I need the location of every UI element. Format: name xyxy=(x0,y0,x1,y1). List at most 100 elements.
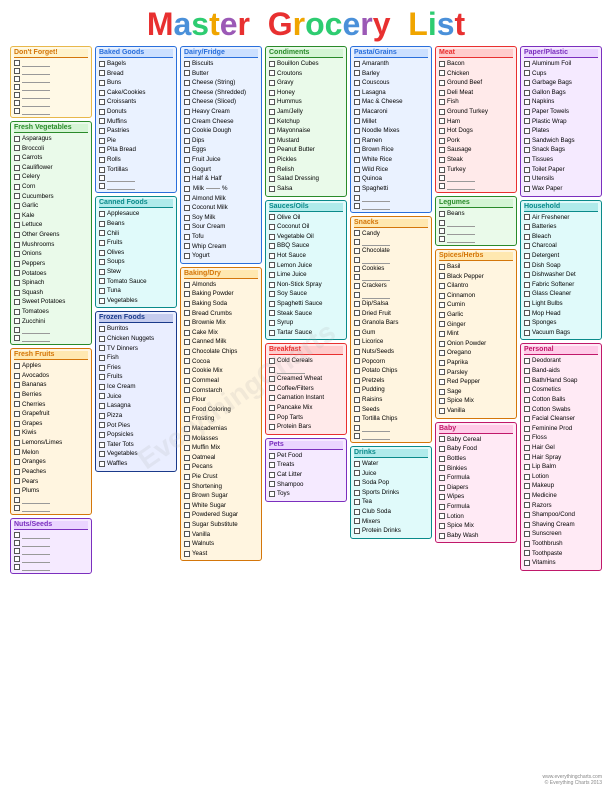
checkbox[interactable] xyxy=(439,436,445,442)
checkbox[interactable] xyxy=(354,147,360,153)
checkbox[interactable] xyxy=(524,320,530,326)
checkbox[interactable] xyxy=(14,556,20,562)
checkbox[interactable] xyxy=(14,222,20,228)
checkbox[interactable] xyxy=(269,424,275,430)
checkbox[interactable] xyxy=(439,118,445,124)
checkbox[interactable] xyxy=(184,138,190,144)
checkbox[interactable] xyxy=(524,512,530,518)
checkbox[interactable] xyxy=(14,280,20,286)
checkbox[interactable] xyxy=(269,385,275,391)
checkbox[interactable] xyxy=(184,435,190,441)
checkbox[interactable] xyxy=(99,90,105,96)
checkbox[interactable] xyxy=(14,108,20,114)
checkbox[interactable] xyxy=(99,336,105,342)
checkbox[interactable] xyxy=(184,61,190,67)
checkbox[interactable] xyxy=(184,310,190,316)
checkbox[interactable] xyxy=(439,475,445,481)
checkbox[interactable] xyxy=(524,330,530,336)
checkbox[interactable] xyxy=(99,451,105,457)
checkbox[interactable] xyxy=(524,397,530,403)
checkbox[interactable] xyxy=(14,232,20,238)
checkbox[interactable] xyxy=(99,461,105,467)
checkbox[interactable] xyxy=(269,310,275,316)
checkbox[interactable] xyxy=(14,270,20,276)
checkbox[interactable] xyxy=(99,128,105,134)
checkbox[interactable] xyxy=(439,379,445,385)
checkbox[interactable] xyxy=(184,503,190,509)
checkbox[interactable] xyxy=(99,259,105,265)
checkbox[interactable] xyxy=(184,80,190,86)
checkbox[interactable] xyxy=(354,266,360,272)
checkbox[interactable] xyxy=(439,523,445,529)
checkbox[interactable] xyxy=(524,493,530,499)
checkbox[interactable] xyxy=(14,548,20,554)
checkbox[interactable] xyxy=(99,157,105,163)
checkbox[interactable] xyxy=(269,243,275,249)
checkbox[interactable] xyxy=(524,416,530,422)
checkbox[interactable] xyxy=(14,540,20,546)
checkbox[interactable] xyxy=(99,442,105,448)
checkbox[interactable] xyxy=(354,138,360,144)
checkbox[interactable] xyxy=(184,474,190,480)
checkbox[interactable] xyxy=(269,301,275,307)
checkbox[interactable] xyxy=(439,273,445,279)
checkbox[interactable] xyxy=(524,99,530,105)
checkbox[interactable] xyxy=(439,228,445,234)
checkbox[interactable] xyxy=(439,138,445,144)
checkbox[interactable] xyxy=(14,299,20,305)
checkbox[interactable] xyxy=(524,224,530,230)
checkbox[interactable] xyxy=(99,413,105,419)
checkbox[interactable] xyxy=(354,461,360,467)
checkbox[interactable] xyxy=(354,528,360,534)
checkbox[interactable] xyxy=(14,155,20,161)
checkbox[interactable] xyxy=(14,373,20,379)
checkbox[interactable] xyxy=(354,301,360,307)
checkbox[interactable] xyxy=(184,253,190,259)
checkbox[interactable] xyxy=(184,445,190,451)
checkbox[interactable] xyxy=(524,387,530,393)
checkbox[interactable] xyxy=(439,99,445,105)
checkbox[interactable] xyxy=(269,414,275,420)
checkbox[interactable] xyxy=(439,331,445,337)
checkbox[interactable] xyxy=(524,243,530,249)
checkbox[interactable] xyxy=(269,224,275,230)
checkbox[interactable] xyxy=(14,290,20,296)
checkbox[interactable] xyxy=(99,118,105,124)
checkbox[interactable] xyxy=(354,274,360,280)
checkbox[interactable] xyxy=(269,462,275,468)
checkbox[interactable] xyxy=(269,147,275,153)
checkbox[interactable] xyxy=(269,176,275,182)
checkbox[interactable] xyxy=(14,174,20,180)
checkbox[interactable] xyxy=(184,522,190,528)
checkbox[interactable] xyxy=(439,167,445,173)
checkbox[interactable] xyxy=(524,377,530,383)
checkbox[interactable] xyxy=(269,376,275,382)
checkbox[interactable] xyxy=(269,90,275,96)
checkbox[interactable] xyxy=(99,221,105,227)
checkbox[interactable] xyxy=(99,422,105,428)
checkbox[interactable] xyxy=(99,345,105,351)
checkbox[interactable] xyxy=(354,90,360,96)
checkbox[interactable] xyxy=(524,291,530,297)
checkbox[interactable] xyxy=(439,408,445,414)
checkbox[interactable] xyxy=(14,251,20,257)
checkbox[interactable] xyxy=(184,186,190,192)
checkbox[interactable] xyxy=(269,262,275,268)
checkbox[interactable] xyxy=(524,128,530,134)
checkbox[interactable] xyxy=(439,513,445,519)
checkbox[interactable] xyxy=(439,533,445,539)
checkbox[interactable] xyxy=(269,80,275,86)
checkbox[interactable] xyxy=(184,387,190,393)
checkbox[interactable] xyxy=(524,406,530,412)
checkbox[interactable] xyxy=(14,421,20,427)
checkbox[interactable] xyxy=(269,453,275,459)
checkbox[interactable] xyxy=(524,522,530,528)
checkbox[interactable] xyxy=(99,298,105,304)
checkbox[interactable] xyxy=(269,128,275,134)
checkbox[interactable] xyxy=(354,248,360,254)
checkbox[interactable] xyxy=(269,330,275,336)
checkbox[interactable] xyxy=(524,61,530,67)
checkbox[interactable] xyxy=(14,165,20,171)
checkbox[interactable] xyxy=(439,109,445,115)
checkbox[interactable] xyxy=(354,283,360,289)
